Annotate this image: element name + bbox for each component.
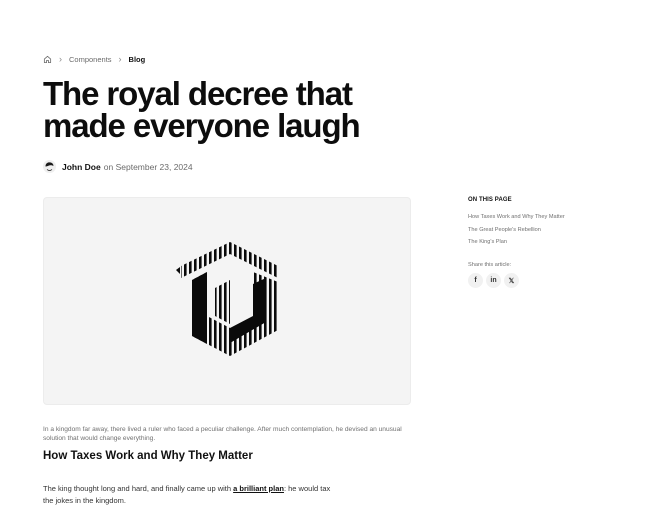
hero-image (43, 197, 411, 405)
image-caption: In a kingdom far away, there lived a rul… (43, 425, 402, 443)
facebook-icon[interactable]: f (468, 273, 483, 288)
breadcrumb-current-blog: Blog (128, 55, 146, 64)
hero-logo-graphic (176, 242, 278, 356)
article-title: The royal decree that made everyone laug… (43, 75, 361, 144)
toc-heading: ON THIS PAGE (468, 197, 512, 203)
toc-item-rebellion[interactable]: The Great People's Rebellion (468, 226, 628, 239)
section-heading: How Taxes Work and Why They Matter (43, 450, 253, 462)
toc-item-kings-plan[interactable]: The King's Plan (468, 238, 628, 251)
chevron-right-icon: › (59, 54, 62, 64)
chevron-right-icon: › (118, 54, 122, 64)
date-prefix: on (103, 161, 114, 172)
publish-date: September 23, 2024 (115, 161, 193, 172)
linkedin-icon[interactable]: in (486, 273, 501, 288)
author-line: John Doe on September 23, 2024 (43, 160, 193, 173)
home-icon[interactable] (43, 55, 52, 64)
share-label: Share this article: (468, 262, 512, 268)
table-of-contents: ON THIS PAGE How Taxes Work and Why They… (468, 197, 628, 251)
avatar (43, 160, 56, 173)
brilliant-plan-link[interactable]: a brilliant plan (233, 484, 284, 493)
toc-item-taxes[interactable]: How Taxes Work and Why They Matter (468, 213, 628, 226)
paragraph-text-start: The king thought long and hard, and fina… (43, 483, 234, 493)
article-paragraph: The king thought long and hard, and fina… (43, 483, 333, 508)
twitter-icon[interactable]: 𝕏 (504, 273, 519, 288)
author-name[interactable]: John Doe (62, 162, 101, 172)
breadcrumb: › Components › Blog (43, 55, 145, 64)
breadcrumb-link-components[interactable]: Components (69, 55, 112, 64)
share-section: Share this article: f in 𝕏 (468, 262, 519, 288)
